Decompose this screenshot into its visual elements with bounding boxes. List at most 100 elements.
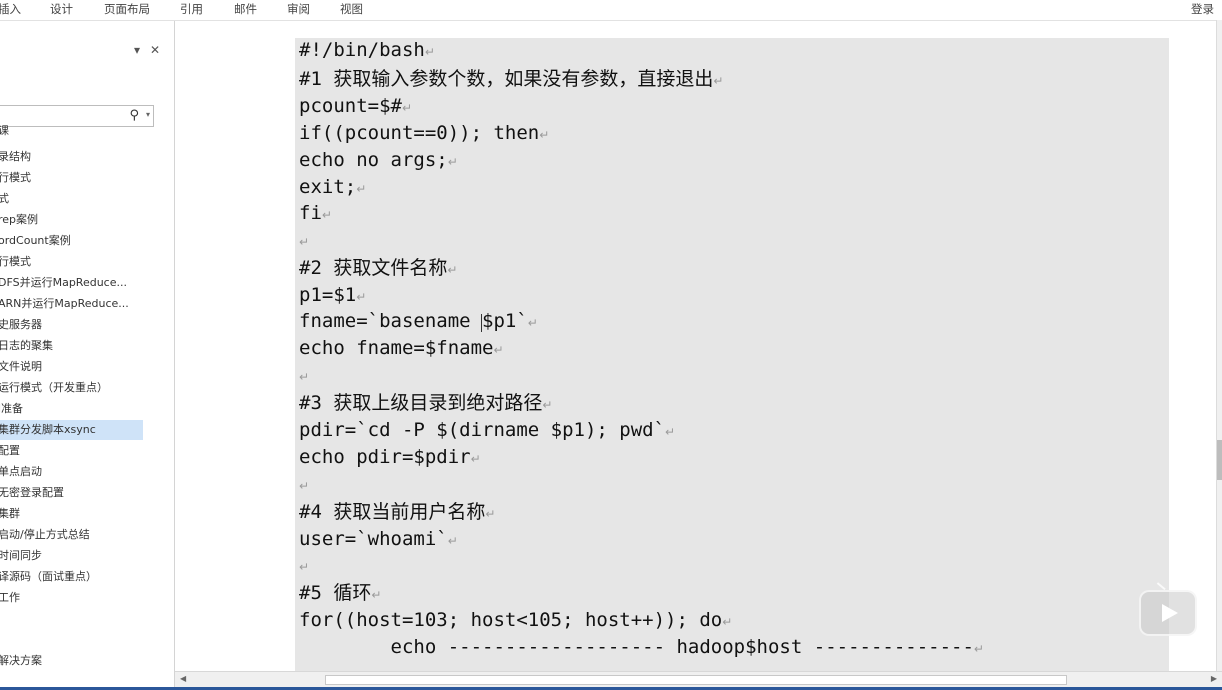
paragraph-mark-icon: ↵ (485, 507, 496, 521)
nav-search-input[interactable]: ⚲ ▾ (0, 105, 154, 127)
nav-heading-item[interactable]: 配置 (0, 441, 20, 461)
nav-heading-item[interactable]: 行模式 (0, 252, 31, 272)
code-line[interactable]: echo no args;↵ (299, 148, 458, 174)
code-line[interactable]: fi↵ (299, 201, 332, 227)
nav-heading-item[interactable]: 集群分发脚本xsync (0, 420, 143, 440)
video-play-icon[interactable] (1139, 582, 1197, 636)
code-line-text: if((pcount==0)); then (299, 122, 540, 144)
code-line[interactable]: ↵ (299, 228, 309, 254)
navigation-pane: ▾ ✕ ⚲ ▾ 课录结构 行模式式 rep案例 ordCount案例 行模式 DFS并运行… (0, 21, 175, 690)
nav-heading-item[interactable]: 运行模式（开发重点） (0, 378, 108, 398)
nav-heading-item[interactable]: l准备 (0, 399, 23, 419)
nav-heading-item[interactable]: 无密登录配置 (0, 483, 64, 503)
nav-heading-item[interactable]: 课 (0, 121, 9, 141)
code-line[interactable]: #!/bin/bash↵ (299, 38, 435, 64)
code-line[interactable]: #4 获取当前用户名称↵ (299, 500, 495, 526)
scroll-right-arrow-icon[interactable]: ▶ (1211, 674, 1217, 683)
tab-mailings[interactable]: 邮件 (234, 1, 257, 17)
code-line-text: p1=$1 (299, 284, 357, 306)
code-line[interactable]: pcount=$#↵ (299, 94, 412, 120)
nav-heading-item[interactable]: 文件说明 (0, 357, 42, 377)
code-line[interactable]: ↵ (299, 472, 309, 498)
paragraph-mark-icon: ↵ (299, 479, 310, 493)
paragraph-mark-icon: ↵ (356, 182, 367, 196)
code-line[interactable]: #1 获取输入参数个数，如果没有参数，直接退出↵ (299, 67, 723, 93)
code-line-text: echo no args; (299, 149, 448, 171)
paragraph-mark-icon: ↵ (356, 290, 367, 304)
paragraph-mark-icon: ↵ (493, 343, 504, 357)
tab-view[interactable]: 视图 (340, 1, 363, 17)
code-line[interactable]: for((host=103; host<105; host++)); do↵ (299, 608, 732, 634)
code-line-text: echo fname=$fname (299, 337, 494, 359)
code-block[interactable]: #!/bin/bash↵ #1 获取输入参数个数，如果没有参数，直接退出↵ pcou… (295, 38, 1169, 671)
paragraph-mark-icon: ↵ (665, 425, 676, 439)
code-line[interactable]: fname=`basename $p1`↵ (299, 309, 538, 335)
code-line-text: fi (299, 202, 322, 224)
code-line-text: exit; (299, 176, 357, 198)
code-line[interactable]: #5 循环↵ (299, 581, 381, 607)
nav-heading-item[interactable]: 单点启动 (0, 462, 42, 482)
search-icon[interactable]: ⚲ (129, 108, 139, 123)
nav-heading-item[interactable]: ordCount案例 (0, 231, 71, 251)
nav-heading-item[interactable]: 录结构 (0, 147, 31, 167)
nav-heading-item[interactable]: rep案例 (0, 210, 38, 230)
paragraph-mark-icon: ↵ (401, 101, 413, 115)
code-line-text: echo ------------------- hadoop$host ---… (299, 636, 974, 658)
nav-heading-item[interactable]: DFS并运行MapReduce... (0, 273, 127, 293)
paragraph-mark-icon: ↵ (713, 74, 724, 88)
tab-references[interactable]: 引用 (180, 1, 203, 17)
vertical-scroll-thumb[interactable] (1217, 440, 1222, 480)
login-link[interactable]: 登录 (1191, 1, 1214, 17)
code-line-text: #3 获取上级目录到绝对路径 (299, 392, 543, 414)
nav-heading-item[interactable]: 工作 (0, 588, 20, 608)
nav-heading-item[interactable]: 集群 (0, 504, 20, 524)
nav-heading-item[interactable]: 译源码（面试重点） (0, 567, 97, 587)
code-line-text: user=`whoami` (299, 528, 448, 550)
code-line[interactable]: exit;↵ (299, 175, 366, 201)
nav-heading-item[interactable]: 史服务器 (0, 315, 42, 335)
nav-heading-item[interactable]: 启动/停止方式总结 (0, 525, 90, 545)
nav-heading-item[interactable]: 日志的聚集 (0, 336, 53, 356)
code-line[interactable]: echo pdir=$pdir↵ (299, 445, 481, 471)
code-line-text: #4 获取当前用户名称 (299, 501, 486, 523)
paragraph-mark-icon: ↵ (470, 452, 481, 466)
nav-heading-item[interactable]: 时间同步 (0, 546, 42, 566)
text-cursor (481, 314, 482, 332)
vertical-scrollbar[interactable] (1216, 20, 1222, 672)
horizontal-scroll-thumb[interactable] (325, 675, 1067, 685)
play-triangle-icon (1162, 604, 1178, 622)
nav-heading-item[interactable]: 行模式 (0, 168, 31, 188)
nav-heading-item[interactable]: ARN并运行MapReduce... (0, 294, 129, 314)
nav-heading-item[interactable]: 解决方案 (0, 651, 42, 671)
tab-design[interactable]: 设计 (50, 1, 73, 17)
code-line[interactable]: ↵ (299, 553, 309, 579)
code-line[interactable]: #2 获取文件名称↵ (299, 256, 457, 282)
scroll-left-arrow-icon[interactable]: ◀ (180, 674, 186, 683)
horizontal-scrollbar[interactable]: ◀ ▶ (175, 671, 1222, 688)
code-line[interactable]: echo ------------------- hadoop$host ---… (299, 635, 984, 661)
code-line[interactable]: p1=$1↵ (299, 283, 366, 309)
code-line[interactable]: ↵ (299, 363, 309, 389)
paragraph-mark-icon: ↵ (321, 208, 332, 222)
paragraph-mark-icon: ↵ (424, 45, 435, 59)
nav-heading-item[interactable]: 式 (0, 189, 9, 209)
pane-options-dropdown-icon[interactable]: ▾ (134, 43, 140, 57)
code-line-text: #5 循环 (299, 582, 372, 604)
code-line[interactable]: user=`whoami`↵ (299, 527, 458, 553)
paragraph-mark-icon: ↵ (371, 588, 382, 602)
tab-insert[interactable]: 插入 (0, 1, 21, 17)
paragraph-mark-icon: ↵ (527, 316, 538, 330)
code-line-text: for((host=103; host<105; host++)); do (299, 609, 723, 631)
code-line[interactable]: echo fname=$fname↵ (299, 336, 504, 362)
code-line-text: #2 获取文件名称 (299, 257, 448, 279)
code-line[interactable]: pdir=`cd -P $(dirname $p1); pwd`↵ (299, 418, 675, 444)
document-page[interactable]: #!/bin/bash↵ #1 获取输入参数个数，如果没有参数，直接退出↵ pcou… (175, 21, 1217, 671)
code-line[interactable]: if((pcount==0)); then↵ (299, 121, 549, 147)
paragraph-mark-icon: ↵ (447, 263, 458, 277)
code-line[interactable]: #3 获取上级目录到绝对路径↵ (299, 391, 552, 417)
search-options-chevron-icon[interactable]: ▾ (146, 110, 150, 119)
tab-page-layout[interactable]: 页面布局 (104, 1, 150, 17)
pane-close-icon[interactable]: ✕ (150, 43, 160, 57)
tab-review[interactable]: 审阅 (287, 1, 310, 17)
code-line-text: pcount=$# (299, 95, 402, 117)
